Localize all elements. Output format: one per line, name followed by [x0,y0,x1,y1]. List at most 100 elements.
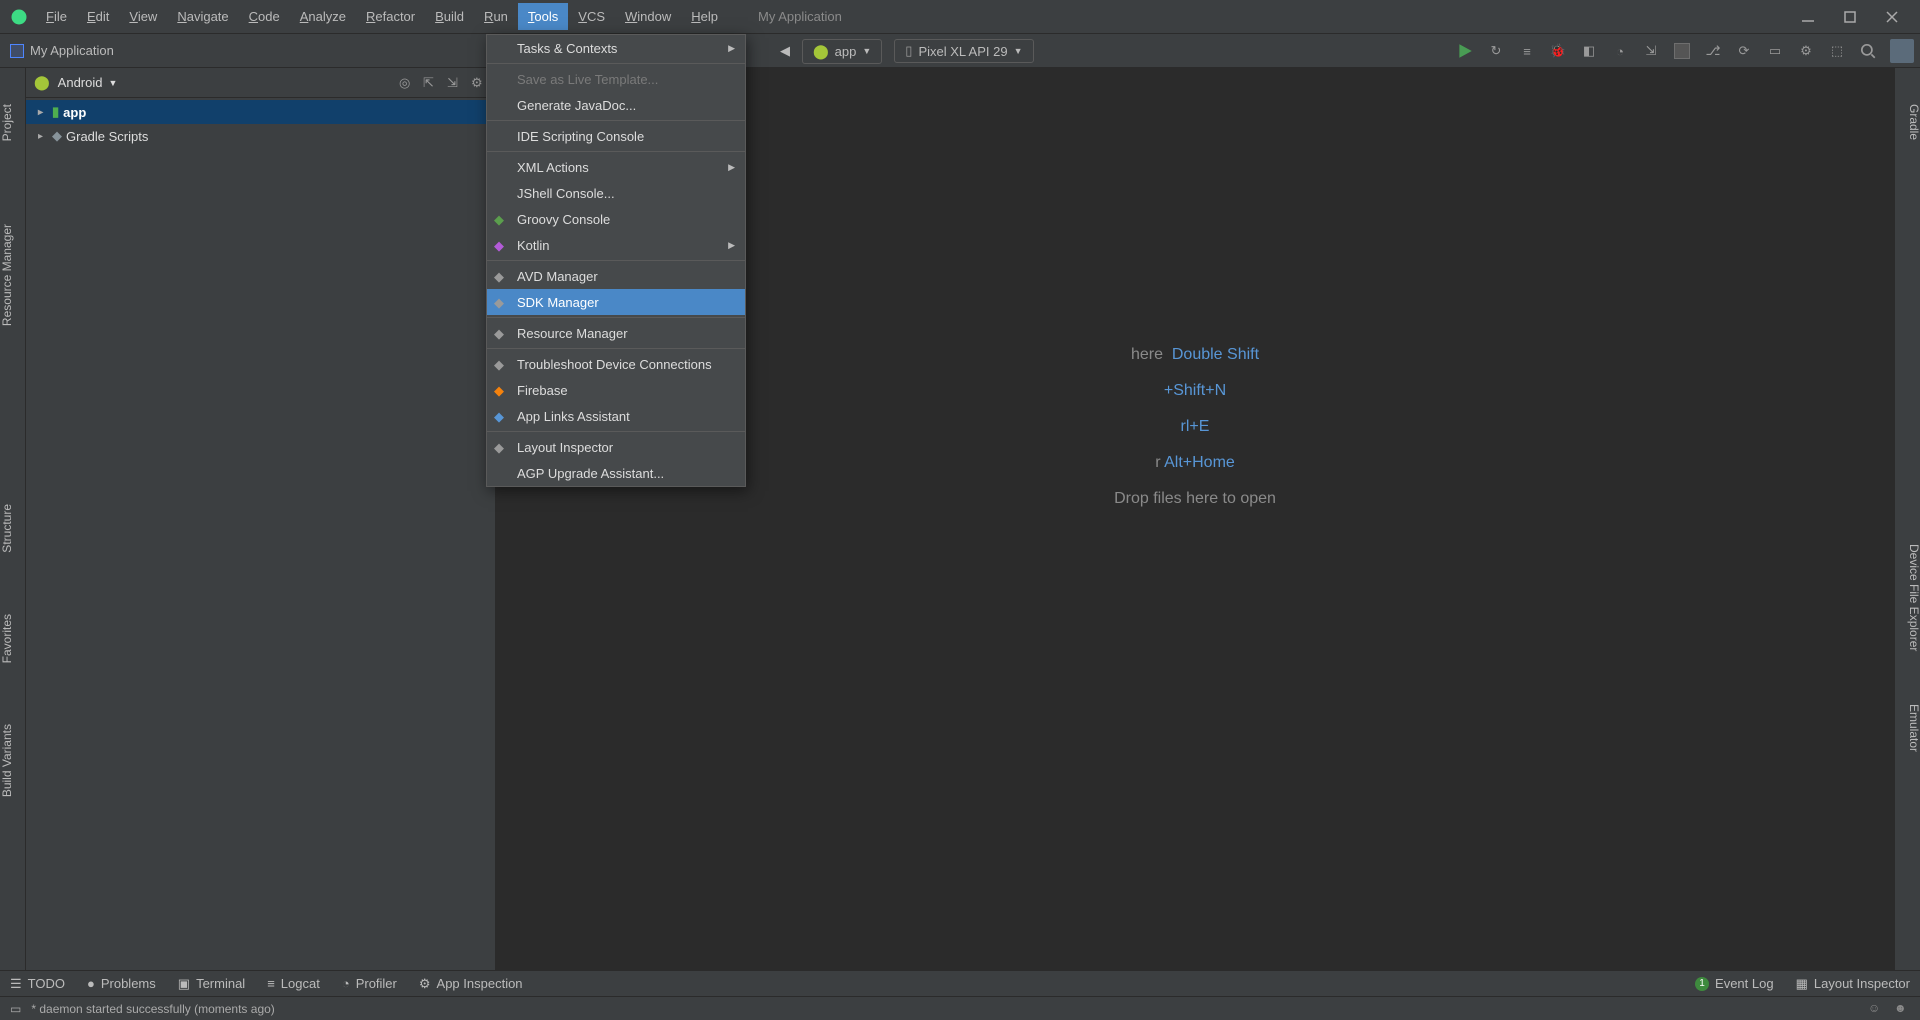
apply-code-icon[interactable]: ≡ [1518,42,1536,60]
project-view-selector[interactable]: Android ▼ [58,75,118,90]
menu-build[interactable]: Build [425,3,474,30]
empty-hint-search: here [1131,346,1163,363]
close-icon[interactable] [1884,9,1900,25]
menu-item-xml-actions[interactable]: XML Actions▶ [487,154,745,180]
expand-icon[interactable]: ▸ [38,107,48,118]
menu-item-layout-inspector[interactable]: ◆Layout Inspector [487,434,745,460]
status-icon[interactable]: ▭ [10,1002,21,1016]
bottom-tab-profiler[interactable]: ◔Profiler [342,976,397,991]
layout-inspector-label: Layout Inspector [1814,976,1910,991]
left-tool-strip: Project Resource Manager Structure Favorite… [0,68,26,970]
menu-item-app-links-assistant[interactable]: ◆ App Links Assistant [487,403,745,429]
groovy-icon: ◆ [494,212,508,226]
menu-item-sdk-manager[interactable]: ◆ SDK Manager [487,289,745,315]
sync-icon[interactable]: ⟳ [1735,42,1753,60]
gear-icon[interactable]: ⚙ [471,75,487,91]
module-icon: ▮ [52,104,59,120]
submenu-arrow-icon: ▶ [728,43,735,54]
android-icon: ⬤ [813,43,829,60]
tab-icon: ≡ [267,976,275,991]
bottom-tab-problems[interactable]: ●Problems [87,976,156,991]
menu-file[interactable]: File [36,3,77,30]
menu-item-generate-javadoc-[interactable]: Generate JavaDoc... [487,92,745,118]
tree-node-gradle-scripts[interactable]: ▸◆Gradle Scripts [26,124,495,148]
sdk-icon: ◆ [494,295,508,309]
avatar[interactable] [1890,39,1914,63]
menu-item-ide-scripting-console[interactable]: IDE Scripting Console [487,123,745,149]
menu-item-troubleshoot-device-connections[interactable]: ◆Troubleshoot Device Connections [487,351,745,377]
main-content: Project Resource Manager Structure Favorite… [0,68,1920,970]
menu-item-tasks-contexts[interactable]: Tasks & Contexts▶ [487,35,745,61]
menu-view[interactable]: View [119,3,167,30]
status-message: * daemon started successfully (moments a… [31,1002,274,1016]
bottom-tab-todo[interactable]: ☰TODO [10,976,65,992]
menu-item-resource-manager[interactable]: ◆Resource Manager [487,320,745,346]
git-icon[interactable]: ⎇ [1704,42,1722,60]
right-tab-gradle[interactable]: Gradle [1895,98,1920,146]
project-tree[interactable]: ▸▮app▸◆Gradle Scripts [26,98,495,148]
debug-icon[interactable]: 🐞 [1549,42,1567,60]
submenu-arrow-icon: ▶ [728,162,735,173]
nav-back-icon[interactable]: ◀ [780,43,790,59]
maximize-icon[interactable] [1842,9,1858,25]
left-tab-project[interactable]: Project [0,98,26,147]
menu-item-avd-manager[interactable]: ◆AVD Manager [487,263,745,289]
avd-icon[interactable]: ▭ [1766,42,1784,60]
gradle-icon[interactable]: ⬚ [1828,42,1846,60]
empty-state: here Double Shift +Shift+N rl+E r Alt+Ho… [1114,328,1276,526]
layout-inspector-tab[interactable]: ▦ Layout Inspector [1796,976,1910,992]
shortcut-search: Double Shift [1172,346,1259,363]
menu-refactor[interactable]: Refactor [356,3,425,30]
menu-item-jshell-console-[interactable]: JShell Console... [487,180,745,206]
left-tab-favorites[interactable]: Favorites [0,608,26,669]
bottom-tab-app-inspection[interactable]: ⚙App Inspection [419,976,523,992]
bottom-tab-terminal[interactable]: ▣Terminal [178,976,245,992]
expand-icon[interactable]: ▸ [38,131,48,142]
profiler-icon[interactable]: ◔ [1611,42,1629,60]
menu-item-kotlin[interactable]: ◆Kotlin▶ [487,232,745,258]
coverage-icon[interactable]: ◧ [1580,42,1598,60]
status-bar: ▭ * daemon started successfully (moments… [0,996,1920,1020]
menu-window[interactable]: Window [615,3,681,30]
menu-item-agp-upgrade-assistant-[interactable]: AGP Upgrade Assistant... [487,460,745,486]
collapse-all-icon[interactable]: ⇲ [447,75,463,91]
menu-tools[interactable]: Tools [518,3,568,30]
menu-analyze[interactable]: Analyze [290,3,356,30]
left-tab-build-variants[interactable]: Build Variants [0,718,26,803]
stop-icon[interactable] [1673,42,1691,60]
event-log-tab[interactable]: 1 Event Log [1695,976,1774,991]
run-icon[interactable] [1456,42,1474,60]
menu-help[interactable]: Help [681,3,728,30]
apply-changes-icon[interactable]: ↻ [1487,42,1505,60]
menu-code[interactable]: Code [239,3,290,30]
menu-edit[interactable]: Edit [77,3,119,30]
left-tab-structure[interactable]: Structure [0,498,26,559]
menu-vcs[interactable]: VCS [568,3,615,30]
attach-debugger-icon[interactable]: ⇲ [1642,42,1660,60]
menu-item-label: JShell Console... [517,186,615,201]
tree-node-app[interactable]: ▸▮app [26,100,495,124]
ide-feedback-icon[interactable]: ☺ [1868,1001,1884,1017]
menu-item-groovy-console[interactable]: ◆Groovy Console [487,206,745,232]
menu-item-label: App Links Assistant [517,409,630,424]
menu-item-label: SDK Manager [517,295,599,310]
sdk-icon[interactable]: ⚙ [1797,42,1815,60]
memory-indicator-icon[interactable]: ☻ [1894,1001,1910,1017]
bottom-tab-logcat[interactable]: ≡Logcat [267,976,320,991]
right-tab-device-file-explorer[interactable]: Device File Explorer [1895,538,1920,657]
breadcrumb-root[interactable]: My Application [30,43,114,58]
right-tab-emulator[interactable]: Emulator [1895,698,1920,758]
device-label: Pixel XL API 29 [918,44,1007,59]
menu-navigate[interactable]: Navigate [167,3,238,30]
menu-run[interactable]: Run [474,3,518,30]
run-config-dropdown[interactable]: ⬤ app ▼ [802,39,882,64]
search-icon[interactable] [1859,42,1877,60]
device-dropdown[interactable]: ▯ Pixel XL API 29 ▼ [894,39,1033,63]
link-icon: ◆ [494,409,508,423]
target-icon[interactable]: ◎ [399,75,415,91]
expand-all-icon[interactable]: ⇱ [423,75,439,91]
menu-item-label: Generate JavaDoc... [517,98,636,113]
left-tab-resource-manager[interactable]: Resource Manager [0,218,26,332]
menu-item-firebase[interactable]: ◆Firebase [487,377,745,403]
minimize-icon[interactable] [1800,9,1816,25]
